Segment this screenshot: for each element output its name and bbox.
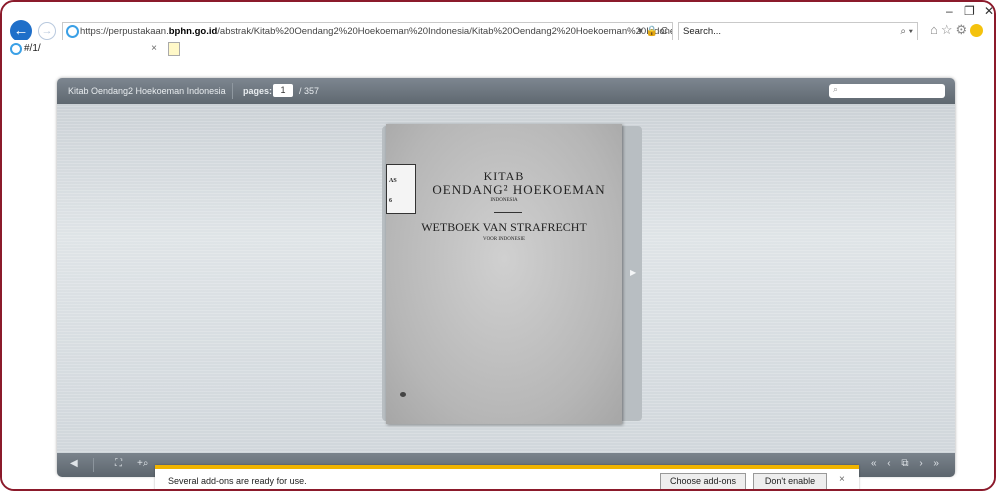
url-domain: bphn.go.id bbox=[168, 26, 218, 37]
url-tools[interactable]: ▾ 🔒 C bbox=[638, 23, 668, 40]
url-prefix: https://perpustakaan. bbox=[80, 26, 169, 37]
close-window-button[interactable]: ✕ bbox=[984, 4, 994, 18]
restore-button[interactable]: ❐ bbox=[964, 4, 975, 18]
page-content: Kitab Oendang2 Hoekoeman Indonesia pages… bbox=[2, 58, 994, 489]
next-page-arrow-icon[interactable]: ▶ bbox=[630, 268, 638, 278]
cover-rule bbox=[494, 212, 522, 213]
page-total: / 357 bbox=[299, 86, 320, 96]
gear-icon[interactable]: ⚙ bbox=[956, 22, 971, 37]
new-tab-button[interactable] bbox=[168, 42, 180, 56]
book-title: Kitab Oendang2 Hoekoeman Indonesia bbox=[68, 86, 226, 96]
cover-line-voor: VOOR INDONESIE bbox=[482, 237, 526, 242]
browser-search-input[interactable]: Search... ⌕ ▾ bbox=[678, 22, 918, 41]
back-button[interactable]: ← bbox=[10, 20, 32, 42]
search-placeholder: Search... bbox=[683, 26, 722, 37]
minimize-button[interactable]: – bbox=[946, 4, 953, 18]
dont-enable-button[interactable]: Don't enable bbox=[753, 473, 827, 489]
url-path: /abstrak/Kitab%20Oendang2%20Hoekoeman%20… bbox=[217, 26, 673, 37]
divider bbox=[232, 83, 233, 99]
flipbook-viewer: Kitab Oendang2 Hoekoeman Indonesia pages… bbox=[57, 78, 955, 476]
cover-line-wetboek: WETBOEK VAN STRAFRECHT bbox=[421, 220, 587, 234]
page-number-input[interactable]: 1 bbox=[273, 84, 293, 97]
cover-line-indonesia: INDONESIA bbox=[490, 198, 518, 203]
tab-title: #/1/ bbox=[24, 43, 41, 54]
address-bar-row: ← → https://perpustakaan.bphn.go.id/abst… bbox=[2, 2, 994, 42]
tab-active[interactable]: #/1/ × bbox=[10, 40, 165, 58]
page-navigation-controls[interactable]: « ‹ ⧉ › » bbox=[871, 458, 943, 469]
pages-label: pages: bbox=[243, 86, 273, 96]
fullscreen-icon[interactable]: ⛶ bbox=[115, 458, 122, 469]
tab-row: #/1/ × bbox=[2, 40, 994, 58]
choose-addons-button[interactable]: Choose add-ons bbox=[660, 473, 746, 489]
address-field[interactable]: https://perpustakaan.bphn.go.id/abstrak/… bbox=[62, 22, 673, 41]
addons-notification-bar: Several add-ons are ready for use. Choos… bbox=[155, 465, 859, 489]
notification-message: Several add-ons are ready for use. bbox=[168, 476, 307, 486]
zoom-in-icon[interactable]: +⌕ bbox=[137, 458, 148, 469]
cover-line-oendang: OENDANG² HOEKOEMAN bbox=[432, 182, 606, 197]
favorites-icon[interactable]: ☆ bbox=[941, 22, 956, 37]
forward-button[interactable]: → bbox=[38, 22, 56, 40]
search-icon[interactable]: ⌕ ▾ bbox=[900, 23, 913, 40]
browser-window: ← → https://perpustakaan.bphn.go.id/abst… bbox=[0, 0, 996, 491]
home-icon[interactable]: ⌂ bbox=[930, 22, 941, 37]
feedback-smiley-icon[interactable] bbox=[970, 24, 984, 38]
viewer-toolbar: Kitab Oendang2 Hoekoeman Indonesia pages… bbox=[57, 78, 955, 104]
search-icon: ⌕ bbox=[833, 84, 839, 94]
ie-page-icon bbox=[66, 25, 79, 38]
viewer-search-input[interactable]: ⌕ bbox=[829, 84, 945, 98]
toolbar-icons: ⌂☆⚙ bbox=[930, 22, 984, 38]
book-cover-page[interactable]: AS 6 KITAB OENDANG² HOEKOEMAN INDONESIA … bbox=[386, 124, 622, 424]
tab-close-button[interactable]: × bbox=[151, 40, 157, 58]
divider bbox=[93, 458, 94, 472]
ie-tab-icon bbox=[10, 43, 22, 55]
volume-icon[interactable]: ◀ bbox=[70, 458, 78, 469]
notification-close-button[interactable]: × bbox=[839, 474, 845, 485]
page-smudge bbox=[400, 392, 406, 397]
